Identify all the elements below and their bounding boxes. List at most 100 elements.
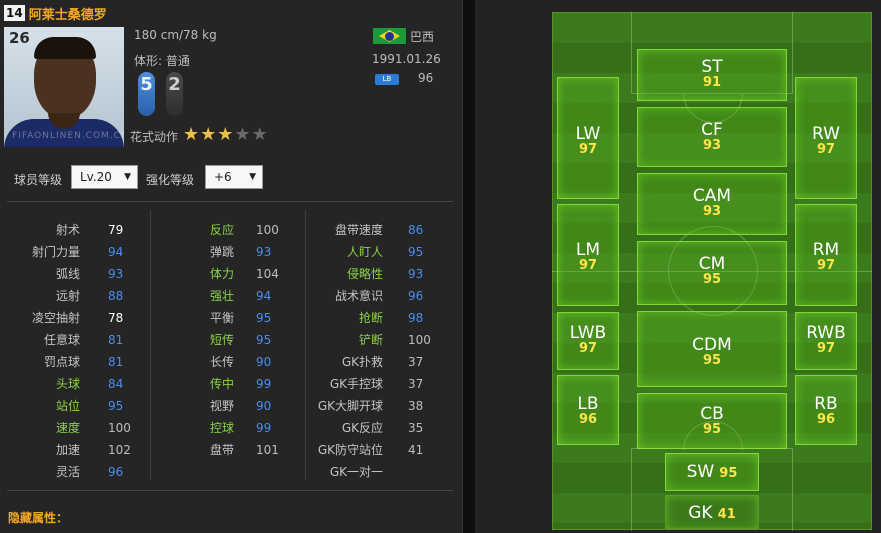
- position-name: LB: [577, 394, 599, 414]
- position-st[interactable]: ST 91: [637, 49, 787, 101]
- stat-label: 盘带速度: [334, 223, 383, 237]
- stat-label: GK手控球: [329, 377, 383, 391]
- stat-row: 抢断 98: [0, 308, 460, 328]
- stat-value: 37: [408, 377, 424, 391]
- position-rating: 97: [816, 142, 836, 157]
- position-cdm[interactable]: CDM 95: [637, 311, 787, 387]
- brazil-flag-icon: [373, 28, 406, 44]
- stat-label: GK大脚开球: [317, 399, 383, 413]
- position-rating: 93: [702, 204, 722, 219]
- position-rating: 96: [816, 412, 836, 427]
- position-rating: 93: [702, 138, 722, 153]
- position-cam[interactable]: CAM 93: [637, 173, 787, 235]
- position-name: SW: [686, 462, 715, 482]
- position-name: LWB: [569, 323, 607, 343]
- shirt-number-badge: 14: [4, 5, 25, 21]
- player-level-select[interactable]: Lv.20 ▼: [71, 165, 138, 189]
- star-icon: ★: [234, 124, 251, 145]
- stat-row: 铲断 100: [0, 330, 460, 350]
- position-name: ST: [701, 57, 723, 77]
- enhance-level-select[interactable]: +6 ▼: [205, 165, 263, 189]
- stat-label: 侵略性: [346, 267, 383, 281]
- height-weight: 180 cm/78 kg: [134, 28, 217, 42]
- pitch: ST 91 LW 97 CF 93 RW 97 CAM 93 LM 97 CM …: [552, 12, 872, 531]
- position-rating: 95: [702, 422, 722, 437]
- position-name: CM: [698, 254, 726, 274]
- body-type: 体形: 普通: [134, 54, 190, 68]
- enhance-level-label: 强化等级: [146, 173, 195, 187]
- position-name: RWB: [806, 323, 846, 343]
- position-cb[interactable]: CB 95: [637, 393, 787, 449]
- player-name: 阿莱士桑德罗: [28, 7, 107, 23]
- position-rating: 97: [578, 341, 598, 356]
- watermark: FIFAONLINEN.COM.CN: [12, 131, 124, 141]
- stat-label: GK防守站位: [317, 443, 383, 457]
- position-cf[interactable]: CF 93: [637, 107, 787, 167]
- position-lwb[interactable]: LWB 97: [557, 312, 619, 370]
- position-cm[interactable]: CM 95: [637, 241, 787, 305]
- position-rating: 96: [418, 71, 434, 85]
- position-sw[interactable]: SW 95: [665, 453, 759, 491]
- stat-value: 86: [408, 223, 424, 237]
- position-rating: 95: [702, 353, 722, 368]
- position-name: RW: [812, 124, 840, 144]
- star-icon: ★: [217, 124, 234, 145]
- player-level-value: Lv.20: [80, 170, 112, 184]
- position-name: CDM: [692, 335, 732, 355]
- player-info-panel: 14 阿莱士桑德罗 26 FIFAONLINEN.COM.CN 180 cm/7…: [0, 0, 463, 533]
- panel-gap: [463, 0, 475, 533]
- stat-value: 35: [408, 421, 424, 435]
- stat-row: 战术意识 96: [0, 286, 460, 306]
- position-lb[interactable]: LB 96: [557, 375, 619, 445]
- position-rm[interactable]: RM 97: [795, 204, 857, 306]
- position-rating: 95: [719, 466, 738, 481]
- position-rating: 97: [816, 341, 836, 356]
- right-foot-icon: 2: [166, 72, 183, 116]
- stat-value: 100: [408, 333, 431, 347]
- position-rating: 91: [702, 75, 722, 90]
- position-rating: 41: [717, 507, 736, 522]
- stat-row: 侵略性 93: [0, 264, 460, 284]
- player-level-label: 球员等级: [14, 173, 63, 187]
- star-icon: ★: [183, 124, 200, 145]
- position-rw[interactable]: RW 97: [795, 77, 857, 199]
- position-rating: 97: [578, 258, 598, 273]
- position-rating: 96: [578, 412, 598, 427]
- stat-row: GK一对一: [0, 462, 460, 482]
- position-name: CAM: [692, 186, 732, 206]
- player-hair: [34, 37, 96, 59]
- divider: [7, 201, 453, 202]
- chevron-down-icon: ▼: [249, 172, 256, 182]
- position-rating: 97: [816, 258, 836, 273]
- position-lw[interactable]: LW 97: [557, 77, 619, 199]
- stat-label: 人盯人: [346, 245, 383, 259]
- position-gk[interactable]: GK 41: [665, 495, 759, 529]
- stat-row: GK手控球 37: [0, 374, 460, 394]
- stat-row: GK扑救 37: [0, 352, 460, 372]
- position-rb[interactable]: RB 96: [795, 375, 857, 445]
- overall-rating: 26: [9, 29, 30, 47]
- divider: [7, 490, 453, 491]
- player-title: 14 阿莱士桑德罗: [4, 4, 107, 23]
- stat-label: 战术意识: [334, 289, 383, 303]
- star-icon: ★: [200, 124, 217, 145]
- position-name: CF: [701, 120, 723, 140]
- stat-value: 38: [408, 399, 424, 413]
- stat-row: 人盯人 95: [0, 242, 460, 262]
- position-rwb[interactable]: RWB 97: [795, 312, 857, 370]
- position-name: CB: [700, 404, 724, 424]
- stat-value: 96: [408, 289, 424, 303]
- stat-value: 95: [408, 245, 424, 259]
- position-name: RB: [814, 394, 838, 414]
- position-name: LW: [575, 124, 601, 144]
- hidden-attributes-label: 隐藏属性：: [8, 511, 69, 525]
- position-lm[interactable]: LM 97: [557, 204, 619, 306]
- stat-label: GK扑救: [341, 355, 383, 369]
- position-badge: LB: [375, 74, 399, 85]
- position-ratings-panel: ST 91 LW 97 CF 93 RW 97 CAM 93 LM 97 CM …: [475, 0, 881, 533]
- star-icon: ★: [251, 124, 268, 145]
- stat-row: GK反应 35: [0, 418, 460, 438]
- stat-value: 41: [408, 443, 424, 457]
- enhance-level-value: +6: [214, 170, 232, 184]
- left-foot-icon: 5: [138, 72, 155, 116]
